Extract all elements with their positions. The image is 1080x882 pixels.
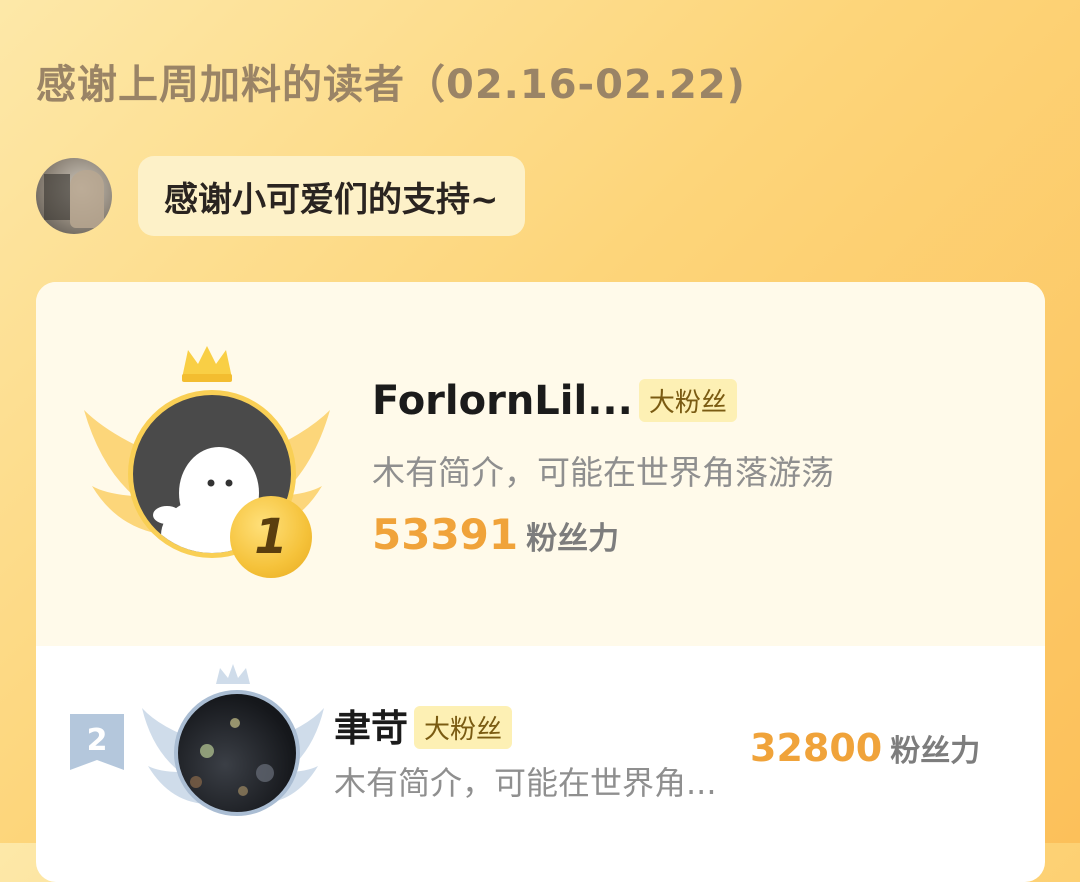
rank2-fan-power: 32800 粉丝力 bbox=[750, 726, 980, 770]
rank2-name-line: 聿苛 大粉丝 bbox=[334, 698, 513, 752]
rank2-avatar bbox=[174, 690, 300, 816]
fan-level-badge: 大粉丝 bbox=[414, 706, 513, 749]
fan-power-unit: 粉丝力 bbox=[890, 734, 981, 769]
rank1-avatar-frame: 1 bbox=[82, 346, 332, 578]
rank2-bio: 木有简介，可能在世界角... bbox=[334, 764, 717, 802]
rank1-username[interactable]: ForlornLil... bbox=[372, 378, 633, 424]
author-message-bubble: 感谢小可爱们的支持~ bbox=[138, 156, 525, 236]
fan-power-value: 32800 bbox=[750, 726, 883, 770]
gold-medal-icon: 1 bbox=[230, 496, 312, 578]
crown-icon bbox=[182, 346, 232, 382]
author-avatar[interactable] bbox=[36, 158, 112, 234]
rank1-bio: 木有简介，可能在世界角落游荡 bbox=[372, 453, 834, 492]
rank-number: 2 bbox=[87, 723, 108, 758]
fan-power-unit: 粉丝力 bbox=[526, 521, 620, 557]
rank-flag-icon: 2 bbox=[70, 714, 124, 770]
ranking-item-1[interactable]: 1 ForlornLil... 大粉丝 木有简介，可能在世界角落游荡 53391 粉… bbox=[36, 282, 1045, 646]
avatar-shadow bbox=[44, 174, 70, 220]
rank2-username[interactable]: 聿苛 bbox=[334, 707, 408, 750]
ranking-item-2[interactable]: 2 聿苛 大粉丝 木有简介，可能在世界角... 32800 粉丝力 bbox=[36, 646, 1045, 882]
page-title: 感谢上周加料的读者（02.16-02.22) bbox=[36, 62, 746, 108]
rank1-name-line: ForlornLil... 大粉丝 bbox=[372, 378, 737, 425]
fan-power-value: 53391 bbox=[372, 510, 519, 559]
author-message-text: 感谢小可爱们的支持~ bbox=[164, 179, 499, 220]
ranking-card: 1 ForlornLil... 大粉丝 木有简介，可能在世界角落游荡 53391 粉… bbox=[36, 282, 1045, 882]
rank2-avatar-frame bbox=[140, 658, 360, 828]
rank1-fan-power: 53391 粉丝力 bbox=[372, 510, 619, 559]
fan-level-badge: 大粉丝 bbox=[638, 378, 737, 422]
avatar-figure bbox=[70, 170, 104, 228]
